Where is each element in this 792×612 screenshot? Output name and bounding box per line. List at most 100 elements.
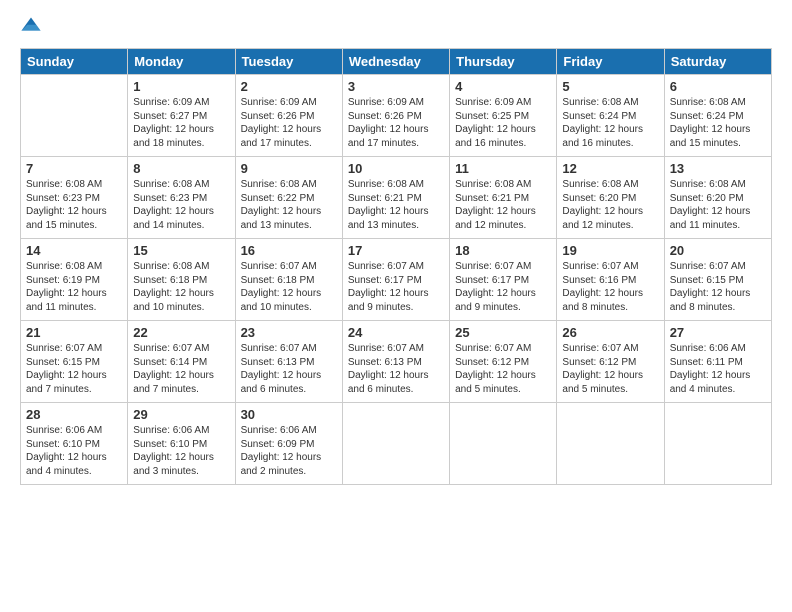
weekday-header: Monday — [128, 49, 235, 75]
calendar-cell: 5Sunrise: 6:08 AMSunset: 6:24 PMDaylight… — [557, 75, 664, 157]
calendar-week-row: 1 Sunrise: 6:09 AMSunset: 6:27 PMDaylight… — [21, 75, 772, 157]
weekday-header: Sunday — [21, 49, 128, 75]
cell-sun-info: Sunrise: 6:07 AMSunset: 6:15 PMDaylight:… — [670, 260, 766, 314]
weekday-header: Saturday — [664, 49, 771, 75]
cell-sun-info: Sunrise: 6:08 AMSunset: 6:21 PMDaylight:… — [348, 178, 444, 232]
cell-sun-info: Sunrise: 6:09 AMSunset: 6:26 PMDaylight:… — [348, 96, 444, 150]
calendar-week-row: 28 Sunrise: 6:06 AMSunset: 6:10 PMDayligh… — [21, 403, 772, 485]
cell-sun-info: Sunrise: 6:09 AMSunset: 6:27 PMDaylight:… — [133, 96, 229, 150]
weekday-header: Friday — [557, 49, 664, 75]
day-number: 12 — [562, 161, 658, 176]
calendar-table: SundayMondayTuesdayWednesdayThursdayFrid… — [20, 48, 772, 485]
cell-sun-info: Sunrise: 6:08 AMSunset: 6:24 PMDaylight:… — [670, 96, 766, 150]
calendar-cell: 21 Sunrise: 6:07 AMSunset: 6:15 PMDayligh… — [21, 321, 128, 403]
cell-sun-info: Sunrise: 6:06 AMSunset: 6:11 PMDaylight:… — [670, 342, 766, 396]
cell-sun-info: Sunrise: 6:08 AMSunset: 6:19 PMDaylight:… — [26, 260, 122, 314]
cell-sun-info: Sunrise: 6:07 AMSunset: 6:13 PMDaylight:… — [241, 342, 337, 396]
cell-sun-info: Sunrise: 6:07 AMSunset: 6:12 PMDaylight:… — [562, 342, 658, 396]
calendar-cell: 24Sunrise: 6:07 AMSunset: 6:13 PMDayligh… — [342, 321, 449, 403]
calendar-week-row: 14 Sunrise: 6:08 AMSunset: 6:19 PMDayligh… — [21, 239, 772, 321]
calendar-cell: 15 Sunrise: 6:08 AMSunset: 6:18 PMDayligh… — [128, 239, 235, 321]
calendar-cell: 29 Sunrise: 6:06 AMSunset: 6:10 PMDayligh… — [128, 403, 235, 485]
day-number: 4 — [455, 79, 551, 94]
calendar-cell: 28 Sunrise: 6:06 AMSunset: 6:10 PMDayligh… — [21, 403, 128, 485]
day-number: 16 — [241, 243, 337, 258]
calendar-cell: 14 Sunrise: 6:08 AMSunset: 6:19 PMDayligh… — [21, 239, 128, 321]
cell-sun-info: Sunrise: 6:08 AMSunset: 6:23 PMDaylight:… — [133, 178, 229, 232]
cell-sun-info: Sunrise: 6:07 AMSunset: 6:18 PMDaylight:… — [241, 260, 337, 314]
day-number: 28 — [26, 407, 122, 422]
day-number: 10 — [348, 161, 444, 176]
cell-sun-info: Sunrise: 6:08 AMSunset: 6:21 PMDaylight:… — [455, 178, 551, 232]
cell-sun-info: Sunrise: 6:08 AMSunset: 6:23 PMDaylight:… — [26, 178, 122, 232]
calendar-cell: 25Sunrise: 6:07 AMSunset: 6:12 PMDayligh… — [450, 321, 557, 403]
day-number: 18 — [455, 243, 551, 258]
cell-sun-info: Sunrise: 6:08 AMSunset: 6:20 PMDaylight:… — [562, 178, 658, 232]
day-number: 30 — [241, 407, 337, 422]
calendar-cell: 19 Sunrise: 6:07 AMSunset: 6:16 PMDayligh… — [557, 239, 664, 321]
cell-sun-info: Sunrise: 6:07 AMSunset: 6:14 PMDaylight:… — [133, 342, 229, 396]
calendar-week-row: 7 Sunrise: 6:08 AMSunset: 6:23 PMDaylight… — [21, 157, 772, 239]
calendar-cell — [557, 403, 664, 485]
calendar-cell: 10 Sunrise: 6:08 AMSunset: 6:21 PMDayligh… — [342, 157, 449, 239]
calendar-cell: 9 Sunrise: 6:08 AMSunset: 6:22 PMDaylight… — [235, 157, 342, 239]
cell-sun-info: Sunrise: 6:08 AMSunset: 6:24 PMDaylight:… — [562, 96, 658, 150]
page-header — [20, 16, 772, 38]
calendar-cell: 16 Sunrise: 6:07 AMSunset: 6:18 PMDayligh… — [235, 239, 342, 321]
day-number: 21 — [26, 325, 122, 340]
calendar-cell: 20 Sunrise: 6:07 AMSunset: 6:15 PMDayligh… — [664, 239, 771, 321]
weekday-header: Thursday — [450, 49, 557, 75]
day-number: 6 — [670, 79, 766, 94]
cell-sun-info: Sunrise: 6:08 AMSunset: 6:20 PMDaylight:… — [670, 178, 766, 232]
day-number: 24 — [348, 325, 444, 340]
calendar-cell: 27 Sunrise: 6:06 AMSunset: 6:11 PMDayligh… — [664, 321, 771, 403]
day-number: 19 — [562, 243, 658, 258]
calendar-cell: 7 Sunrise: 6:08 AMSunset: 6:23 PMDaylight… — [21, 157, 128, 239]
calendar-cell: 8 Sunrise: 6:08 AMSunset: 6:23 PMDaylight… — [128, 157, 235, 239]
calendar-cell: 22Sunrise: 6:07 AMSunset: 6:14 PMDayligh… — [128, 321, 235, 403]
cell-sun-info: Sunrise: 6:08 AMSunset: 6:22 PMDaylight:… — [241, 178, 337, 232]
calendar-cell: 26Sunrise: 6:07 AMSunset: 6:12 PMDayligh… — [557, 321, 664, 403]
day-number: 1 — [133, 79, 229, 94]
calendar-header-row: SundayMondayTuesdayWednesdayThursdayFrid… — [21, 49, 772, 75]
logo — [20, 16, 46, 38]
cell-sun-info: Sunrise: 6:09 AMSunset: 6:26 PMDaylight:… — [241, 96, 337, 150]
calendar-cell: 1 Sunrise: 6:09 AMSunset: 6:27 PMDaylight… — [128, 75, 235, 157]
calendar-cell: 6 Sunrise: 6:08 AMSunset: 6:24 PMDaylight… — [664, 75, 771, 157]
day-number: 3 — [348, 79, 444, 94]
weekday-header: Tuesday — [235, 49, 342, 75]
cell-sun-info: Sunrise: 6:06 AMSunset: 6:10 PMDaylight:… — [133, 424, 229, 478]
calendar-cell: 17 Sunrise: 6:07 AMSunset: 6:17 PMDayligh… — [342, 239, 449, 321]
calendar-cell: 12 Sunrise: 6:08 AMSunset: 6:20 PMDayligh… — [557, 157, 664, 239]
day-number: 11 — [455, 161, 551, 176]
cell-sun-info: Sunrise: 6:06 AMSunset: 6:10 PMDaylight:… — [26, 424, 122, 478]
calendar-cell: 3 Sunrise: 6:09 AMSunset: 6:26 PMDaylight… — [342, 75, 449, 157]
day-number: 9 — [241, 161, 337, 176]
day-number: 29 — [133, 407, 229, 422]
cell-sun-info: Sunrise: 6:09 AMSunset: 6:25 PMDaylight:… — [455, 96, 551, 150]
calendar-cell — [21, 75, 128, 157]
day-number: 20 — [670, 243, 766, 258]
day-number: 14 — [26, 243, 122, 258]
day-number: 2 — [241, 79, 337, 94]
calendar-week-row: 21 Sunrise: 6:07 AMSunset: 6:15 PMDayligh… — [21, 321, 772, 403]
weekday-header: Wednesday — [342, 49, 449, 75]
day-number: 17 — [348, 243, 444, 258]
cell-sun-info: Sunrise: 6:07 AMSunset: 6:16 PMDaylight:… — [562, 260, 658, 314]
day-number: 15 — [133, 243, 229, 258]
cell-sun-info: Sunrise: 6:06 AMSunset: 6:09 PMDaylight:… — [241, 424, 337, 478]
calendar-cell: 11 Sunrise: 6:08 AMSunset: 6:21 PMDayligh… — [450, 157, 557, 239]
calendar-cell: 18 Sunrise: 6:07 AMSunset: 6:17 PMDayligh… — [450, 239, 557, 321]
cell-sun-info: Sunrise: 6:07 AMSunset: 6:12 PMDaylight:… — [455, 342, 551, 396]
cell-sun-info: Sunrise: 6:07 AMSunset: 6:17 PMDaylight:… — [348, 260, 444, 314]
day-number: 27 — [670, 325, 766, 340]
cell-sun-info: Sunrise: 6:07 AMSunset: 6:15 PMDaylight:… — [26, 342, 122, 396]
calendar-cell: 23 Sunrise: 6:07 AMSunset: 6:13 PMDayligh… — [235, 321, 342, 403]
day-number: 13 — [670, 161, 766, 176]
day-number: 7 — [26, 161, 122, 176]
day-number: 23 — [241, 325, 337, 340]
day-number: 8 — [133, 161, 229, 176]
calendar-cell — [450, 403, 557, 485]
cell-sun-info: Sunrise: 6:08 AMSunset: 6:18 PMDaylight:… — [133, 260, 229, 314]
cell-sun-info: Sunrise: 6:07 AMSunset: 6:17 PMDaylight:… — [455, 260, 551, 314]
